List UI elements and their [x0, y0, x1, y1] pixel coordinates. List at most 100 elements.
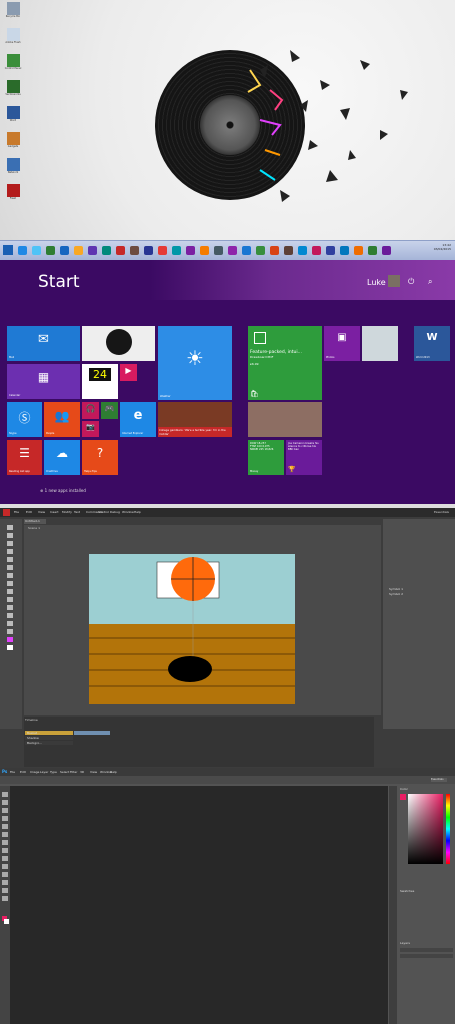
- taskbar-app-icon[interactable]: [158, 246, 167, 255]
- tile-internet-explorer[interactable]: e Internet Explorer: [120, 402, 156, 437]
- new-apps-notice[interactable]: ⊕ 1 new apps installed: [40, 488, 86, 493]
- menu-item[interactable]: 3D: [80, 770, 84, 774]
- tile-weather[interactable]: ☀ Weather: [158, 326, 232, 400]
- timeline-layer[interactable]: Shadow: [25, 736, 73, 740]
- menu-item[interactable]: Layer: [40, 770, 48, 774]
- desktop-icon[interactable]: Network: [3, 158, 23, 186]
- menu-item[interactable]: Filter: [70, 770, 77, 774]
- tile-skype[interactable]: Ⓢ Skype: [7, 402, 42, 437]
- tile-mail[interactable]: ✉ Mail: [7, 326, 80, 361]
- tile-money[interactable]: DOW 18,257 FTSE 100 6,975 NIKKEI 225 18,…: [248, 440, 284, 475]
- taskbar-app-icon[interactable]: [256, 246, 265, 255]
- menu-item[interactable]: Insert: [50, 510, 59, 514]
- taskbar-app-icon[interactable]: [326, 246, 335, 255]
- menu-item[interactable]: Select: [60, 770, 69, 774]
- timeline-layer[interactable]: Basket...: [25, 731, 73, 735]
- tool-icons[interactable]: [0, 519, 22, 669]
- taskbar-app-icon[interactable]: [312, 246, 321, 255]
- taskbar-app-icon[interactable]: [144, 246, 153, 255]
- menu-item[interactable]: Debug: [110, 510, 120, 514]
- ps-tool-icons[interactable]: [0, 786, 10, 946]
- menu-item[interactable]: Edit: [26, 510, 32, 514]
- tile-desktop[interactable]: [82, 326, 155, 361]
- taskbar-app-icon[interactable]: [88, 246, 97, 255]
- hue-slider[interactable]: [446, 794, 450, 864]
- stage-canvas[interactable]: [89, 554, 295, 704]
- power-icon[interactable]: ⏻: [408, 277, 414, 287]
- taskbar-app-icon[interactable]: [200, 246, 209, 255]
- ps-document-area[interactable]: [10, 786, 388, 1024]
- tile-food[interactable]: [248, 402, 322, 437]
- tile-photos[interactable]: ▣ Photos: [324, 326, 360, 361]
- workspace-select[interactable]: Essentials: [431, 778, 447, 782]
- avatar[interactable]: [388, 275, 400, 287]
- taskbar-app-icon[interactable]: [74, 246, 83, 255]
- taskbar-app-icon[interactable]: [354, 246, 363, 255]
- timeline-tab[interactable]: Timeline: [25, 718, 38, 722]
- tile-store[interactable]: Feature-packed, intui... Drawboard PDF £…: [248, 326, 322, 400]
- taskbar-app-icon[interactable]: [368, 246, 377, 255]
- tile-word[interactable]: W Word 2013: [414, 326, 450, 361]
- menu-item[interactable]: View: [38, 510, 45, 514]
- tile-help[interactable]: ? Help+Tips: [82, 440, 118, 475]
- tile-xbox[interactable]: 🎮: [101, 402, 118, 419]
- swatches-panel-tab[interactable]: Swatches: [400, 889, 414, 893]
- system-clock[interactable]: 13:42 03/02/2015: [434, 243, 451, 251]
- tile-camera[interactable]: 📷: [82, 421, 99, 437]
- tile-news[interactable]: College gamblers: 'We'e a terrible year.…: [158, 402, 232, 437]
- taskbar-app-icon[interactable]: [186, 246, 195, 255]
- desktop-icon[interactable]: Gadgets: [3, 132, 23, 160]
- menu-item[interactable]: Text: [74, 510, 80, 514]
- menu-item[interactable]: Modify: [62, 510, 72, 514]
- taskbar-app-icon[interactable]: [60, 246, 69, 255]
- taskbar-app-icon[interactable]: [242, 246, 251, 255]
- menu-item[interactable]: Window: [122, 510, 134, 514]
- layers-panel-tab[interactable]: Layers: [400, 941, 410, 945]
- taskbar-app-icon[interactable]: [298, 246, 307, 255]
- menu-item[interactable]: Control: [98, 510, 109, 514]
- windows-start-button[interactable]: [3, 245, 13, 255]
- tile-calendar[interactable]: ▦ Calendar: [7, 364, 80, 399]
- desktop-icon[interactable]: Control Panel: [3, 54, 23, 82]
- taskbar-app-icon[interactable]: [214, 246, 223, 255]
- tile-reading-list[interactable]: ☰ Reading List app: [7, 440, 42, 475]
- tile-onedrive[interactable]: ☁ OneDrive: [44, 440, 80, 475]
- taskbar-app-icon[interactable]: [340, 246, 349, 255]
- search-icon[interactable]: ⌕: [428, 277, 432, 287]
- tile-music[interactable]: 🎧: [82, 402, 99, 419]
- desktop-icon[interactable]: Recycle Bin: [3, 2, 23, 30]
- menu-item[interactable]: Edit: [20, 770, 26, 774]
- taskbar-app-icon[interactable]: [116, 246, 125, 255]
- taskbar-app-icon[interactable]: [130, 246, 139, 255]
- color-picker-field[interactable]: [408, 794, 443, 864]
- menu-item[interactable]: Image: [30, 770, 39, 774]
- desktop-icon[interactable]: Flash: [3, 184, 23, 212]
- tile-sport[interactable]: Joe Cameron breaks his silence to critic…: [286, 440, 322, 475]
- blend-mode[interactable]: [400, 954, 453, 958]
- desktop-icon[interactable]: Adobe Flash: [3, 28, 23, 56]
- workspace-switcher[interactable]: Essentials: [434, 510, 449, 514]
- tile-countdown[interactable]: 24: [82, 364, 118, 399]
- menu-item[interactable]: View: [90, 770, 97, 774]
- taskbar-app-icon[interactable]: [270, 246, 279, 255]
- document-tab[interactable]: Untitled-1: [24, 519, 46, 524]
- foreground-swatch[interactable]: [400, 794, 406, 800]
- menu-item[interactable]: Type: [50, 770, 57, 774]
- user-name[interactable]: Luke: [367, 278, 386, 287]
- taskbar-app-icon[interactable]: [172, 246, 181, 255]
- taskbar-app-icon[interactable]: [18, 246, 27, 255]
- timeline-layer[interactable]: Backgro...: [25, 741, 73, 745]
- taskbar-app-icon[interactable]: [284, 246, 293, 255]
- taskbar-app-icon[interactable]: [102, 246, 111, 255]
- library-item[interactable]: Symbol 2: [389, 592, 403, 597]
- taskbar-app-icon[interactable]: [382, 246, 391, 255]
- tile-people[interactable]: 👥 People: [44, 402, 80, 437]
- layer-filter[interactable]: [400, 948, 453, 952]
- menu-item[interactable]: File: [14, 510, 19, 514]
- menu-item[interactable]: Help: [110, 770, 117, 774]
- menu-item[interactable]: File: [10, 770, 15, 774]
- desktop-icon[interactable]: Vectorworks: [3, 80, 23, 108]
- frame-span[interactable]: [74, 731, 110, 735]
- desktop-icon[interactable]: Word: [3, 106, 23, 134]
- tile-photo-people[interactable]: [362, 326, 398, 361]
